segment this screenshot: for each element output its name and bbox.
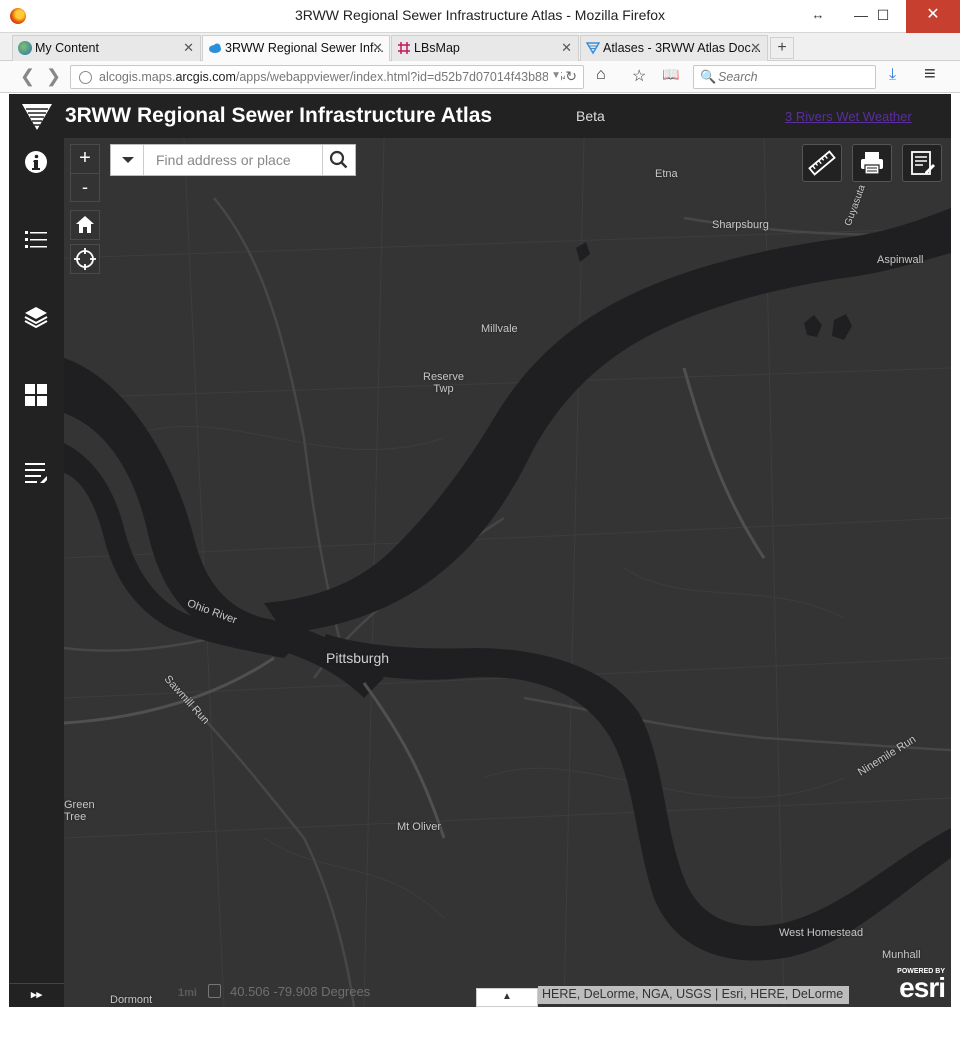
url-host-prefix: alcogis.maps. [99,70,176,84]
scale-bar-label: 1mi [178,987,197,999]
ruler-icon [808,150,836,176]
label-sharpsburg: Sharpsburg [712,219,769,231]
back-button[interactable]: ❮ [20,67,35,85]
coordinate-value: 40.506 -79.908 Degrees [230,984,371,999]
basemap [64,138,951,1007]
label-dormont: Dormont [110,994,153,1006]
url-host-domain: arcgis.com [175,70,236,84]
locate-crosshair-icon [74,248,96,270]
bookmark-icon[interactable]: ☆ [632,66,646,86]
app-title: 3RWW Regional Sewer Infrastructure Atlas [65,104,493,127]
esri-wordmark: esri [899,972,946,1003]
home-extent-button[interactable] [70,210,100,240]
3rww-link[interactable]: 3 Rivers Wet Weather [785,109,912,124]
info-icon[interactable] [24,150,48,174]
search-icon [329,150,348,169]
close-tab-icon[interactable]: ✕ [372,40,383,56]
map-view[interactable]: Etna Sharpsburg Aspinwall Millvale Reser… [64,138,951,1007]
maximize-button[interactable]: ☐ [860,0,906,33]
web-app: 3RWW Regional Sewer Infrastructure Atlas… [9,94,951,1007]
label-mt-oliver: Mt Oliver [397,821,441,833]
close-tab-icon[interactable]: ✕ [183,40,194,56]
label-munhall: Munhall [882,949,921,961]
tab-label: LBsMap [414,41,460,55]
url-dropdown-icon[interactable]: ▼ [548,70,561,81]
search-source-dropdown[interactable] [111,145,144,175]
edit-document-icon [911,151,935,175]
attribute-table-icon[interactable] [24,461,48,485]
home-icon[interactable]: ⌂ [596,66,606,84]
map-attribution: HERE, DeLorme, NGA, USGS | Esri, HERE, D… [538,986,850,1004]
label-green-tree: Green Tree [64,799,95,823]
reader-view-icon[interactable]: 📖 [662,66,679,83]
atlas-logo-icon [585,41,601,55]
layers-icon[interactable] [24,305,48,329]
label-millvale: Millvale [481,323,518,335]
window-titlebar: 3RWW Regional Sewer Infrastructure Atlas… [0,0,960,33]
tab-label: 3RWW Regional Sewer Inf... [225,41,384,55]
label-pittsburgh: Pittsburgh [326,650,390,666]
coordinate-icon[interactable] [208,984,221,998]
globe-icon [18,41,32,55]
sidebar: ▸▸ [9,138,64,1007]
label-aspinwall: Aspinwall [877,254,924,266]
resize-icon[interactable]: ↔ [800,0,836,33]
measure-tool-button[interactable] [802,144,842,182]
tab-label: My Content [35,41,99,55]
url-bar[interactable]: alcogis.maps.arcgis.com/apps/webappviewe… [70,65,584,89]
zoom-control: + - [70,144,100,202]
tab-my-content[interactable]: My Content ✕ [12,35,201,61]
esri-logo[interactable]: POWERED BY esri [897,968,946,1003]
tab-atlases-docs[interactable]: Atlases - 3RWW Atlas Doc... ✕ [580,35,768,61]
address-search-input[interactable] [145,145,323,175]
label-etna: Etna [655,168,678,180]
search-icon: 🔍 [700,69,717,84]
search-submit-button[interactable] [322,145,355,175]
legend-list-icon[interactable] [24,228,48,252]
close-tab-icon[interactable]: ✕ [750,40,761,56]
reload-icon[interactable]: ↻ [565,68,577,85]
close-button[interactable]: ✕ [906,0,960,33]
close-tab-icon[interactable]: ✕ [561,40,572,56]
zoom-in-button[interactable]: + [71,145,99,173]
download-icon[interactable]: ⤓ [889,66,896,84]
tab-lbsmap[interactable]: LBsMap ✕ [391,35,579,61]
printer-icon [861,152,883,175]
app-header: 3RWW Regional Sewer Infrastructure Atlas… [9,94,951,138]
url-path: /apps/webappviewer/index.html?id=d52b7d0… [235,70,570,84]
tab-atlas-active[interactable]: 3RWW Regional Sewer Inf... ✕ [202,35,390,62]
expand-sidebar-button[interactable]: ▸▸ [9,983,64,1007]
app-subtitle: Beta [576,108,605,124]
zoom-out-button[interactable]: - [71,173,99,201]
browser-search-placeholder: Search [718,70,758,84]
menu-icon[interactable]: ≡ [924,63,936,86]
print-tool-button[interactable] [852,144,892,182]
tab-strip: My Content ✕ 3RWW Regional Sewer Inf... … [0,33,960,62]
bottom-panel-toggle[interactable]: ▲ [476,988,538,1007]
site-info-icon[interactable] [79,71,92,84]
coordinate-readout: 40.506 -79.908 Degrees [208,984,371,999]
new-tab-button[interactable]: + [770,37,794,59]
browser-search-input[interactable]: 🔍 Search [693,65,876,89]
edit-tool-button[interactable] [902,144,942,182]
navigation-bar: ❮ ❯ alcogis.maps.arcgis.com/apps/webappv… [0,61,960,93]
grid-icon [397,41,411,55]
locate-button[interactable] [70,244,100,274]
forward-button[interactable]: ❯ [46,67,61,85]
cloud-icon [208,41,222,55]
label-reserve-twp: Reserve Twp [423,371,464,395]
label-west-homestead: West Homestead [779,927,864,939]
basemap-gallery-icon[interactable] [24,383,48,407]
tab-label: Atlases - 3RWW Atlas Doc... [603,41,762,55]
geocoder-search [110,144,356,176]
home-icon [76,216,94,233]
app-logo-icon [22,104,52,130]
